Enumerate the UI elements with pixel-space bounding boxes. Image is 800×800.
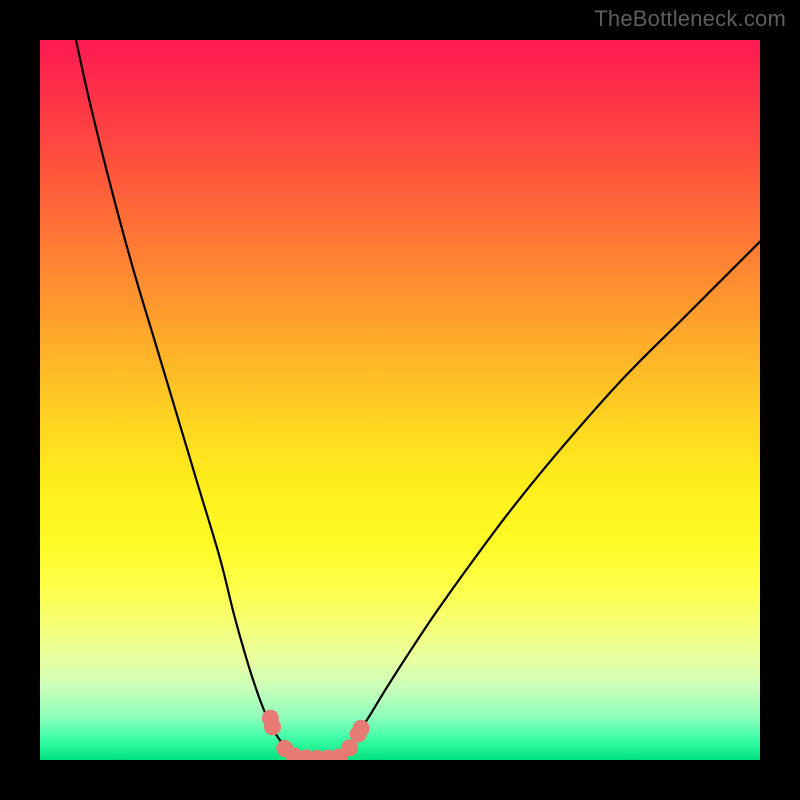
curve-left-branch	[76, 40, 292, 756]
chart-frame: TheBottleneck.com	[0, 0, 800, 800]
curve-right-branch	[342, 242, 760, 756]
marker-point	[353, 720, 370, 737]
marker-layer	[262, 710, 370, 760]
watermark-text: TheBottleneck.com	[594, 6, 786, 32]
curve-layer	[76, 40, 760, 758]
plot-area	[40, 40, 760, 760]
marker-point	[264, 718, 281, 735]
chart-svg	[40, 40, 760, 760]
